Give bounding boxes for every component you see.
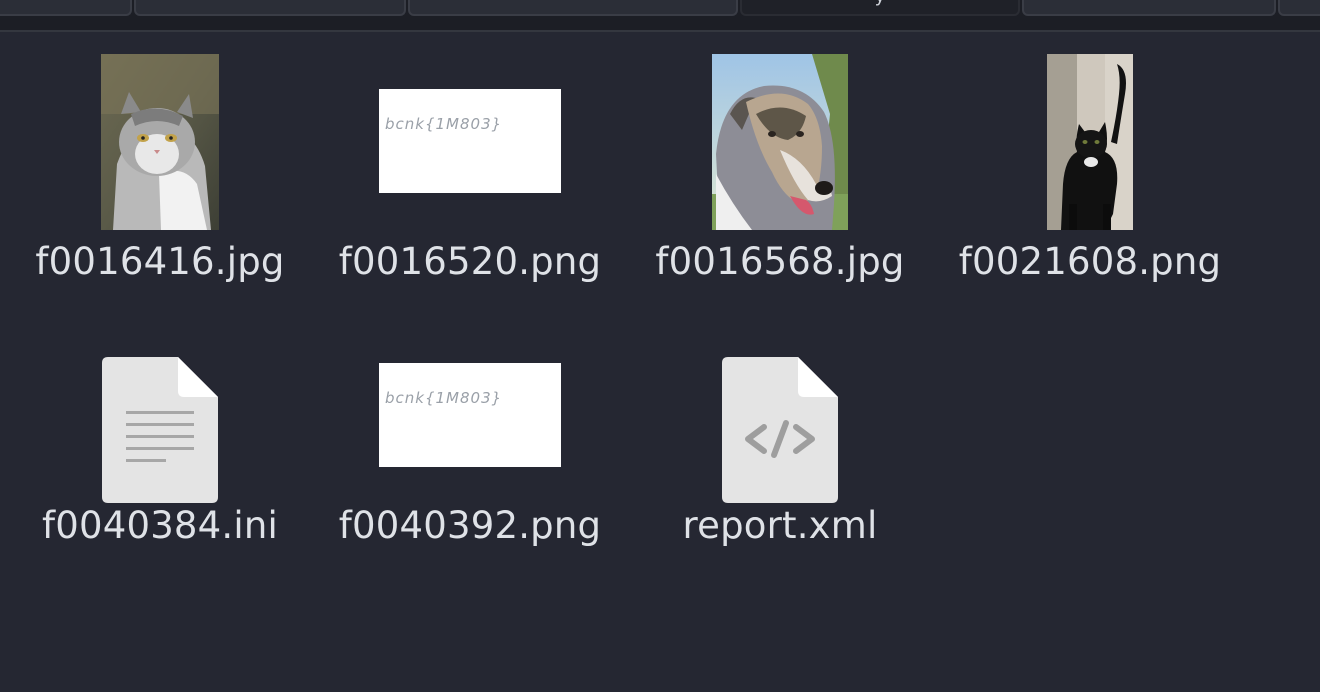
file-item[interactable]: f0021608.png bbox=[945, 40, 1235, 290]
file-name: f0021608.png bbox=[958, 240, 1222, 283]
tab-6[interactable] bbox=[1278, 0, 1320, 16]
file-name: f0016416.jpg bbox=[35, 240, 285, 283]
file-item[interactable]: bcnk{1M803} f0016520.png bbox=[325, 40, 615, 290]
black-cat-photo-thumbnail bbox=[1047, 54, 1133, 230]
tab-4-active[interactable]: y bbox=[740, 0, 1020, 16]
file-item[interactable]: report.xml bbox=[635, 320, 925, 570]
dog-photo-thumbnail bbox=[712, 54, 848, 230]
tab-2[interactable] bbox=[134, 0, 406, 16]
file-name: f0016568.jpg bbox=[655, 240, 905, 283]
code-document-icon bbox=[720, 355, 840, 505]
cat-photo-thumbnail bbox=[101, 54, 219, 230]
file-item[interactable]: f0016568.jpg bbox=[635, 40, 925, 290]
file-name: report.xml bbox=[682, 504, 878, 547]
thumbnail-text: bcnk{1M803} bbox=[385, 115, 502, 133]
file-item[interactable]: bcnk{1M803} f0040392.png bbox=[325, 320, 615, 570]
tab-4-label: y bbox=[742, 0, 1018, 6]
text-document-icon bbox=[100, 355, 220, 505]
file-item[interactable]: f0040384.ini bbox=[15, 320, 305, 570]
tab-3[interactable] bbox=[408, 0, 738, 16]
file-name: f0040384.ini bbox=[42, 504, 278, 547]
thumbnail-text: bcnk{1M803} bbox=[385, 389, 502, 407]
tab-1[interactable] bbox=[0, 0, 132, 16]
tab-bar: y bbox=[0, 0, 1320, 32]
handwritten-flag-thumbnail: bcnk{1M803} bbox=[379, 89, 561, 193]
file-item[interactable]: f0016416.jpg bbox=[15, 40, 305, 290]
handwritten-flag-thumbnail: bcnk{1M803} bbox=[379, 363, 561, 467]
tab-5[interactable] bbox=[1022, 0, 1276, 16]
file-name: f0016520.png bbox=[338, 240, 602, 283]
file-name: f0040392.png bbox=[338, 504, 602, 547]
